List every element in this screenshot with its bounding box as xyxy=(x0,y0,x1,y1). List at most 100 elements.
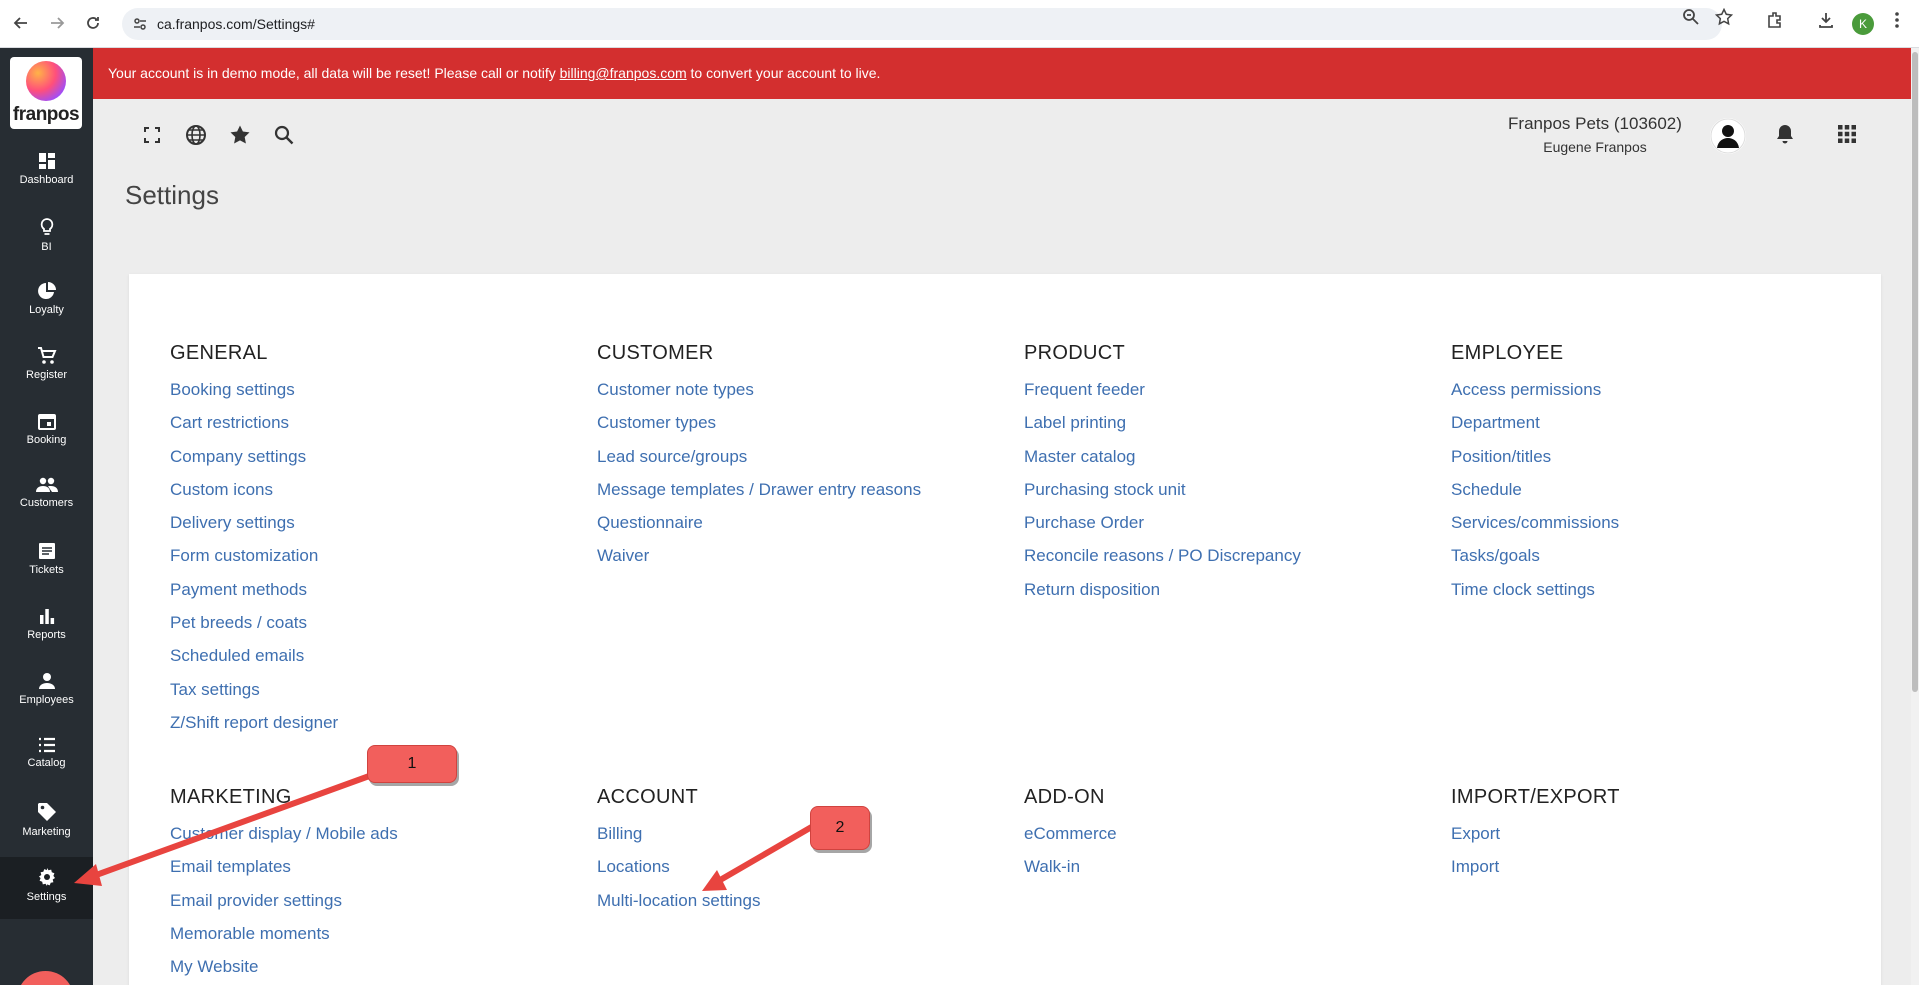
link-services-commissions[interactable]: Services/commissions xyxy=(1451,511,1619,544)
link-my-website[interactable]: My Website xyxy=(170,955,398,985)
dashboard-icon xyxy=(38,153,55,169)
sidebar-item-booking[interactable]: Booking xyxy=(0,402,93,464)
sidebar-item-label: Booking xyxy=(26,434,67,446)
link-payment-methods[interactable]: Payment methods xyxy=(170,578,338,611)
billing-email-link[interactable]: billing@franpos.com xyxy=(560,65,687,81)
link-delivery-settings[interactable]: Delivery settings xyxy=(170,511,338,544)
link-custom-icons[interactable]: Custom icons xyxy=(170,478,338,511)
bar-chart-icon xyxy=(39,609,54,624)
link-frequent-feeder[interactable]: Frequent feeder xyxy=(1024,378,1301,411)
link-ecommerce[interactable]: eCommerce xyxy=(1024,822,1117,855)
link-purchase-order[interactable]: Purchase Order xyxy=(1024,511,1301,544)
sidebar-item-marketing[interactable]: Marketing xyxy=(0,792,93,854)
tenant-name: Franpos Pets (103602) xyxy=(1508,114,1682,133)
link-locations[interactable]: Locations xyxy=(597,855,760,888)
fullscreen-icon[interactable] xyxy=(138,121,166,149)
sidebar-item-label: Customers xyxy=(19,497,74,509)
search-icon[interactable] xyxy=(270,121,298,149)
apps-grid-icon[interactable] xyxy=(1833,120,1861,148)
link-customer-display-mobile-ads[interactable]: Customer display / Mobile ads xyxy=(170,822,398,855)
link-return-disposition[interactable]: Return disposition xyxy=(1024,578,1301,611)
link-scheduled-emails[interactable]: Scheduled emails xyxy=(170,644,338,677)
link-multi-location-settings[interactable]: Multi-location settings xyxy=(597,889,760,922)
favorites-star-icon[interactable] xyxy=(226,121,254,149)
link-booking-settings[interactable]: Booking settings xyxy=(170,378,338,411)
link-pet-breeds-coats[interactable]: Pet breeds / coats xyxy=(170,611,338,644)
link-customer-note-types[interactable]: Customer note types xyxy=(597,378,921,411)
section-title: ADD-ON xyxy=(1024,786,1105,808)
link-lead-source-groups[interactable]: Lead source/groups xyxy=(597,445,921,478)
sidebar-item-loyalty[interactable]: Loyalty xyxy=(0,272,93,334)
link-email-templates[interactable]: Email templates xyxy=(170,855,398,888)
download-icon[interactable] xyxy=(1816,10,1836,35)
link-purchasing-stock-unit[interactable]: Purchasing stock unit xyxy=(1024,478,1301,511)
link-time-clock-settings[interactable]: Time clock settings xyxy=(1451,578,1619,611)
demo-mode-banner: Your account is in demo mode, all data w… xyxy=(93,48,1919,99)
sidebar-item-tickets[interactable]: Tickets xyxy=(0,532,93,594)
section-employee: EMPLOYEE Access permissions Department P… xyxy=(1451,342,1619,611)
scrollbar-thumb[interactable] xyxy=(1912,52,1918,692)
back-icon[interactable] xyxy=(8,10,34,36)
link-tax-settings[interactable]: Tax settings xyxy=(170,678,338,711)
link-reconcile-reasons[interactable]: Reconcile reasons / PO Discrepancy xyxy=(1024,544,1301,577)
link-tasks-goals[interactable]: Tasks/goals xyxy=(1451,544,1619,577)
link-questionnaire[interactable]: Questionnaire xyxy=(597,511,921,544)
section-account: ACCOUNT Billing Locations Multi-location… xyxy=(597,786,760,922)
link-message-templates[interactable]: Message templates / Drawer entry reasons xyxy=(597,478,921,511)
page-title: Settings xyxy=(125,180,219,210)
link-export[interactable]: Export xyxy=(1451,822,1620,855)
callout-1: 1 xyxy=(367,745,457,783)
user-avatar[interactable] xyxy=(1710,118,1746,154)
sidebar-item-catalog[interactable]: Catalog xyxy=(0,727,93,789)
forward-icon[interactable] xyxy=(44,10,70,36)
link-billing[interactable]: Billing xyxy=(597,822,760,855)
sidebar-item-bi[interactable]: BI xyxy=(0,207,93,269)
section-general: GENERAL Booking settings Cart restrictio… xyxy=(170,342,338,744)
sidebar-item-reports[interactable]: Reports xyxy=(0,597,93,659)
link-waiver[interactable]: Waiver xyxy=(597,544,921,577)
sidebar-item-label: Loyalty xyxy=(29,304,64,316)
link-email-provider-settings[interactable]: Email provider settings xyxy=(170,889,398,922)
link-position-titles[interactable]: Position/titles xyxy=(1451,445,1619,478)
sidebar-item-label: Reports xyxy=(27,629,66,641)
sidebar-item-register[interactable]: Register xyxy=(0,337,93,399)
link-form-customization[interactable]: Form customization xyxy=(170,544,338,577)
link-label-printing[interactable]: Label printing xyxy=(1024,411,1301,444)
sidebar-item-settings[interactable]: Settings xyxy=(0,857,93,919)
help-button[interactable]: ? xyxy=(17,971,74,985)
ticket-icon xyxy=(38,543,55,559)
extensions-icon[interactable] xyxy=(1765,10,1785,35)
link-z-shift-report-designer[interactable]: Z/Shift report designer xyxy=(170,711,338,744)
site-info-icon[interactable] xyxy=(132,16,148,37)
globe-icon[interactable] xyxy=(182,121,210,149)
link-schedule[interactable]: Schedule xyxy=(1451,478,1619,511)
sidebar-item-customers[interactable]: Customers xyxy=(0,467,93,529)
sidebar-item-dashboard[interactable]: Dashboard xyxy=(0,142,93,204)
address-bar[interactable]: ca.franpos.com/Settings# xyxy=(122,8,1722,40)
link-cart-restrictions[interactable]: Cart restrictions xyxy=(170,411,338,444)
calendar-icon xyxy=(37,414,56,430)
reload-icon[interactable] xyxy=(80,10,106,36)
link-customer-types[interactable]: Customer types xyxy=(597,411,921,444)
link-company-settings[interactable]: Company settings xyxy=(170,445,338,478)
zoom-icon[interactable] xyxy=(1682,8,1700,31)
link-memorable-moments[interactable]: Memorable moments xyxy=(170,922,398,955)
link-import[interactable]: Import xyxy=(1451,855,1620,888)
link-department[interactable]: Department xyxy=(1451,411,1619,444)
link-master-catalog[interactable]: Master catalog xyxy=(1024,445,1301,478)
sidebar-item-label: Marketing xyxy=(22,826,71,838)
browser-toolbar: ca.franpos.com/Settings# K xyxy=(0,0,1919,48)
link-walk-in[interactable]: Walk-in xyxy=(1024,855,1117,888)
notifications-bell-icon[interactable] xyxy=(1771,120,1799,148)
link-access-permissions[interactable]: Access permissions xyxy=(1451,378,1619,411)
sidebar-item-employees[interactable]: Employees xyxy=(0,662,93,724)
franpos-logo[interactable]: franpos xyxy=(10,57,82,129)
sidebar-item-label: Dashboard xyxy=(19,174,74,186)
profile-avatar[interactable]: K xyxy=(1852,13,1874,35)
sidebar-item-label: Catalog xyxy=(27,757,66,769)
bookmark-star-icon[interactable] xyxy=(1714,7,1734,31)
user-avatar-icon xyxy=(1710,118,1746,154)
more-options-icon[interactable] xyxy=(1894,10,1900,35)
url-text[interactable]: ca.franpos.com/Settings# xyxy=(157,16,315,32)
page-scrollbar[interactable] xyxy=(1911,48,1919,985)
